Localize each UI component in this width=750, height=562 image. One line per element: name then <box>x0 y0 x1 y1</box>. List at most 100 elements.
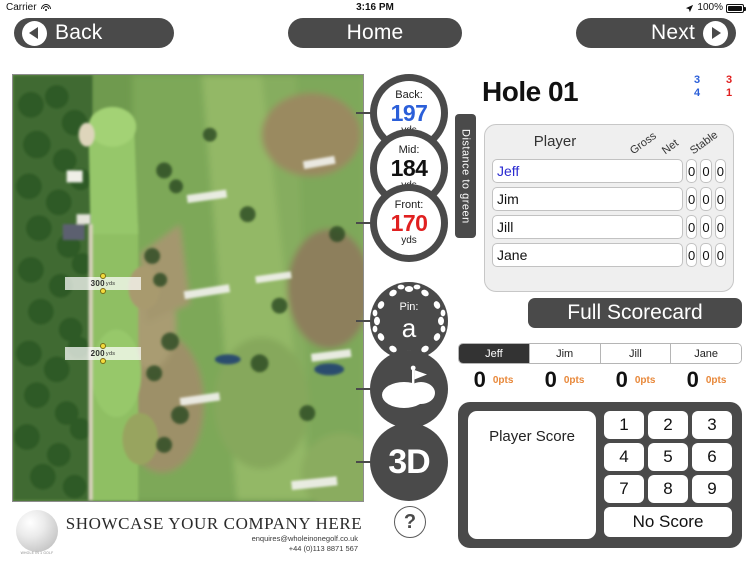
location-arrow-icon <box>686 4 694 12</box>
points-item-jeff: 0 0pts <box>458 366 529 394</box>
back-button[interactable]: Back <box>14 18 174 48</box>
key-9[interactable]: 9 <box>692 475 732 503</box>
three-d-view-button[interactable]: 3D <box>356 423 448 501</box>
points-jeff: 0pts <box>492 374 514 386</box>
stable-cell-0[interactable]: 0 <box>714 159 726 183</box>
player-name-input-0[interactable] <box>492 159 683 183</box>
next-button-label: Next <box>651 21 695 44</box>
advertisement-banner[interactable]: WHOLE IN 1 GOLF SHOWCASE YOUR COMPANY HE… <box>12 506 364 558</box>
pin-face: Pin: a <box>370 282 448 360</box>
yardage-marker-200-unit: yds <box>105 350 116 357</box>
tab-player-jim[interactable]: Jim <box>529 344 601 363</box>
score-jim: 0 <box>544 367 557 392</box>
tab-player-jill[interactable]: Jill <box>600 344 672 363</box>
back-button-label: Back <box>55 21 103 44</box>
advert-phone: +44 (0)113 8871 567 <box>288 544 358 553</box>
hole-stat-1: 3 <box>725 74 733 86</box>
advert-logo-caption: WHOLE IN 1 GOLF <box>20 551 54 555</box>
pin-position-button[interactable]: Pin: a <box>356 282 448 360</box>
key-6[interactable]: 6 <box>692 443 732 471</box>
distance-to-green-label-strip: Distance to green <box>455 114 476 238</box>
full-scorecard-button[interactable]: Full Scorecard <box>528 298 742 328</box>
golf-ball-icon <box>16 510 58 552</box>
yardage-marker-300: 300 yds <box>65 277 141 290</box>
distance-back-tick <box>356 112 372 114</box>
tab-player-jeff[interactable]: Jeff <box>459 344 530 363</box>
green-tick <box>356 388 372 390</box>
yardage-marker-300-value: 300 <box>90 279 105 288</box>
key-8[interactable]: 8 <box>648 475 688 503</box>
distance-to-green-label: Distance to green <box>459 128 472 224</box>
chevron-right-circle-icon <box>703 20 728 46</box>
advert-email: enquires@wholeinonegolf.co.uk <box>251 534 358 543</box>
distance-front-readout: Front: 170 yds <box>377 191 441 255</box>
net-cell-3[interactable]: 0 <box>700 243 712 267</box>
next-button[interactable]: Next <box>576 18 736 48</box>
hole-stat-2: 4 <box>693 87 701 99</box>
key-2[interactable]: 2 <box>648 411 688 439</box>
help-label: ? <box>403 510 417 533</box>
top-navigation-bar: Back Home Next <box>0 16 750 50</box>
keypad-keys: 1 2 3 4 5 6 7 8 9 No Score <box>604 411 732 539</box>
player-name-input-3[interactable] <box>492 243 683 267</box>
key-7[interactable]: 7 <box>604 475 644 503</box>
distance-front-tick <box>356 222 372 224</box>
stable-cell-3[interactable]: 0 <box>714 243 726 267</box>
hole-stat-3: 1 <box>725 87 733 99</box>
player-name-input-2[interactable] <box>492 215 683 239</box>
key-1[interactable]: 1 <box>604 411 644 439</box>
aerial-hole-map[interactable]: 300 yds 200 yds <box>12 74 364 502</box>
golf-ball-dimples-icon <box>372 284 446 358</box>
yardage-marker-200-value: 200 <box>90 349 105 358</box>
home-button-label: Home <box>346 21 404 44</box>
gross-cell-0[interactable]: 0 <box>686 159 698 183</box>
gross-cell-3[interactable]: 0 <box>686 243 698 267</box>
distance-mid-value: 184 <box>390 155 428 181</box>
help-button[interactable]: ? <box>394 506 426 538</box>
player-points-row: 0 0pts 0 0pts 0 0pts 0 0pts <box>458 366 742 394</box>
battery-percent-label: 100% <box>697 2 723 13</box>
player-name-input-1[interactable] <box>492 187 683 211</box>
player-score-placeholder: Player Score <box>489 428 575 445</box>
table-row: 0 0 0 <box>485 243 733 267</box>
home-button[interactable]: Home <box>288 18 462 48</box>
score-jeff: 0 <box>473 367 486 392</box>
hole-stat-0: 3 <box>693 74 701 86</box>
three-d-label: 3D <box>388 442 430 481</box>
points-jill: 0pts <box>634 374 656 386</box>
green-flag-icon <box>382 365 435 408</box>
distance-front-button[interactable]: Front: 170 yds <box>356 184 448 262</box>
chevron-left-circle-icon <box>22 20 47 46</box>
distance-to-green-panel: Back: 197 yds Mid: 184 yds Front: 170 yd… <box>356 74 476 264</box>
points-jane: 0pts <box>705 374 727 386</box>
stable-cell-1[interactable]: 0 <box>714 187 726 211</box>
net-cell-1[interactable]: 0 <box>700 187 712 211</box>
scorecard-panel: Player Gross Net Stable 0 0 0 0 0 0 0 0 … <box>484 124 734 292</box>
net-cell-2[interactable]: 0 <box>700 215 712 239</box>
points-jim: 0pts <box>563 374 585 386</box>
green-view-button[interactable] <box>356 350 448 428</box>
scorecard-column-gross: Gross <box>627 130 659 157</box>
points-item-jim: 0 0pts <box>529 366 600 394</box>
gross-cell-2[interactable]: 0 <box>686 215 698 239</box>
advert-headline: SHOWCASE YOUR COMPANY HERE <box>65 514 363 533</box>
player-tab-bar: Jeff Jim Jill Jane <box>458 343 742 364</box>
golf-gps-app: Carrier 3:16 PM 100% Back Home Next 300 … <box>0 0 750 562</box>
page-title: Hole 01 <box>482 76 579 107</box>
no-score-button[interactable]: No Score <box>604 507 732 537</box>
gross-cell-1[interactable]: 0 <box>686 187 698 211</box>
tab-player-jane[interactable]: Jane <box>671 344 741 363</box>
score-jill: 0 <box>615 367 628 392</box>
table-row: 0 0 0 <box>485 215 733 239</box>
net-cell-0[interactable]: 0 <box>700 159 712 183</box>
scorecard-column-stable: Stable <box>687 128 721 157</box>
player-score-display[interactable]: Player Score <box>468 411 596 539</box>
scorecard-header: Player Gross Net Stable <box>485 125 733 159</box>
key-3[interactable]: 3 <box>692 411 732 439</box>
table-row: 0 0 0 <box>485 187 733 211</box>
key-4[interactable]: 4 <box>604 443 644 471</box>
distance-back-value: 197 <box>390 100 428 126</box>
score-entry-keypad: Player Score 1 2 3 4 5 6 7 8 9 No Score <box>458 402 742 548</box>
key-5[interactable]: 5 <box>648 443 688 471</box>
stable-cell-2[interactable]: 0 <box>714 215 726 239</box>
